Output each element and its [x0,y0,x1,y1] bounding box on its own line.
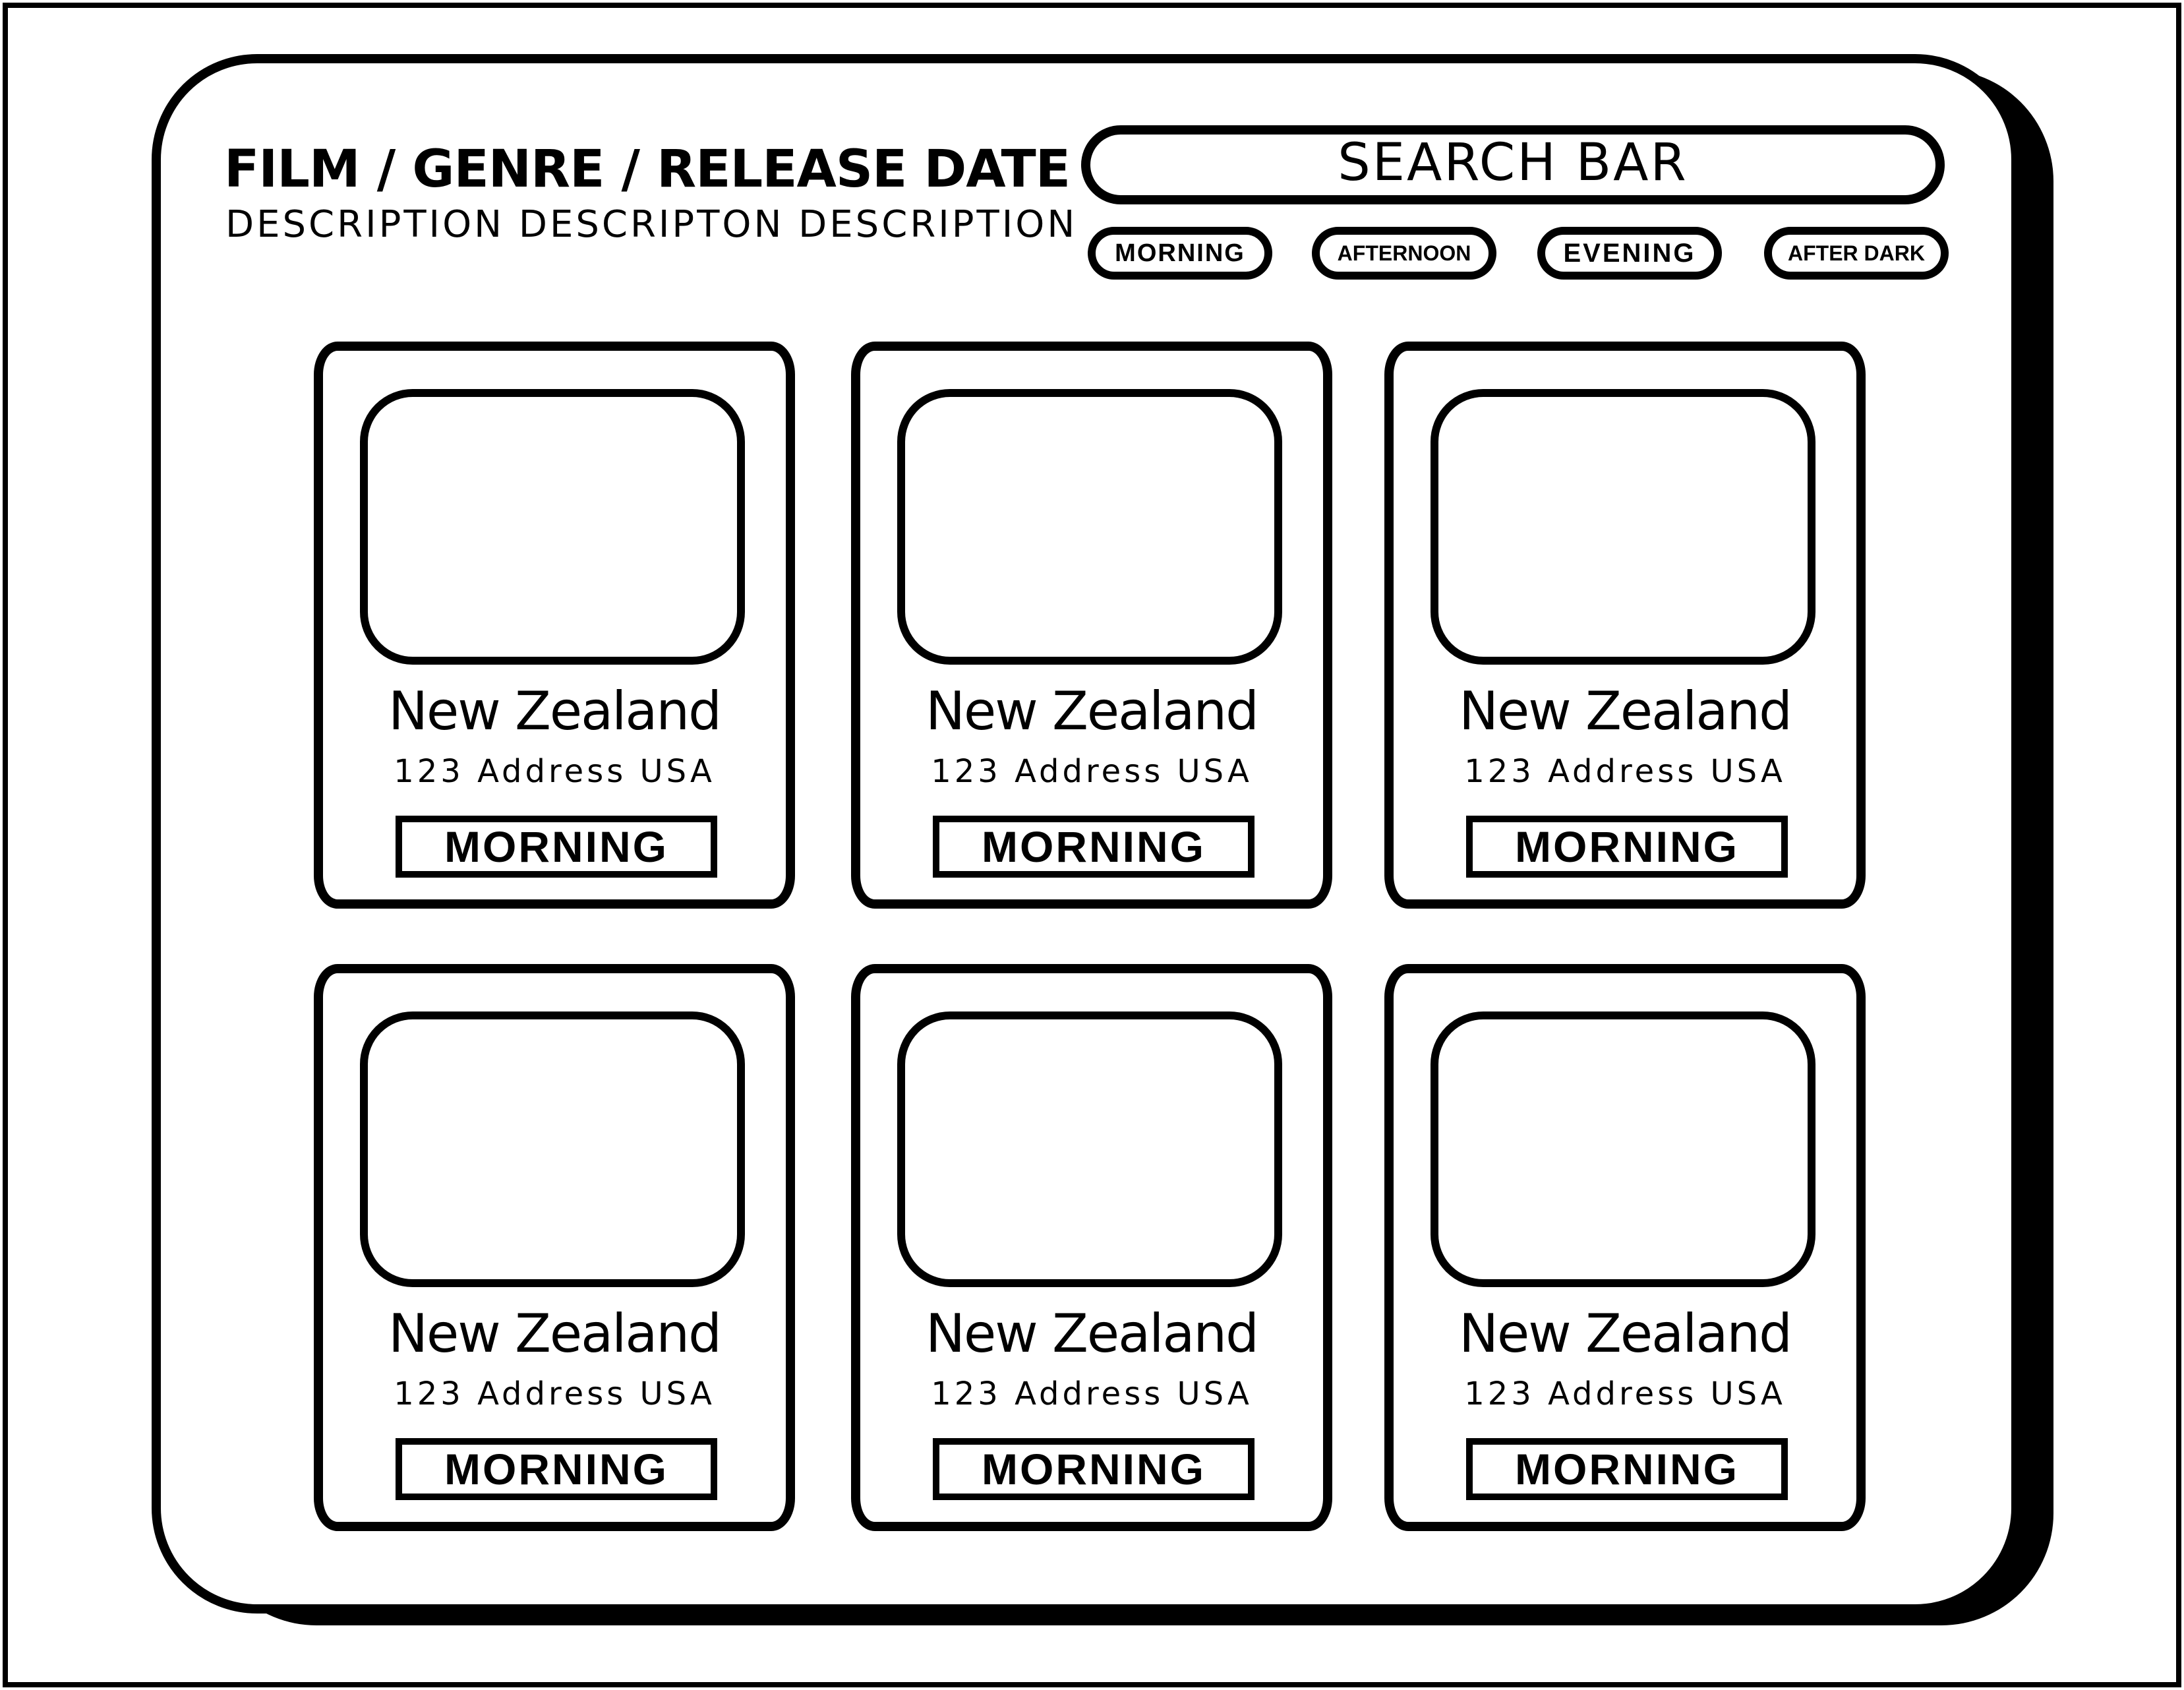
card-time-button[interactable]: MORNING [1466,1438,1788,1500]
card-location-name: New Zealand [926,680,1259,742]
card-time-button[interactable]: MORNING [396,1438,717,1500]
card-address: 123 Address USA [931,753,1253,790]
card-address: 123 Address USA [1464,753,1786,790]
filter-evening-button[interactable]: EVENING [1537,227,1722,280]
card-image-placeholder [360,1011,745,1287]
card-time-button[interactable]: MORNING [933,1438,1254,1500]
card-image-placeholder [897,389,1282,665]
card-address: 123 Address USA [1464,1375,1786,1412]
page-title: FILM / GENRE / RELEASE DATE [224,140,1071,199]
card-address: 123 Address USA [394,753,715,790]
card-time-button[interactable]: MORNING [933,816,1254,878]
card-location-name: New Zealand [926,1303,1259,1364]
listing-card[interactable]: New Zealand 123 Address USA MORNING [314,964,795,1531]
page-subtitle: DESCRIPTION DESCRIPTON DESCRIPTION [225,203,1078,246]
card-time-button[interactable]: MORNING [1466,816,1788,878]
card-address: 123 Address USA [931,1375,1253,1412]
card-time-button[interactable]: MORNING [396,816,717,878]
listing-card[interactable]: New Zealand 123 Address USA MORNING [1384,342,1866,909]
filter-afternoon-button[interactable]: AFTERNOON [1312,227,1496,280]
listing-card[interactable]: New Zealand 123 Address USA MORNING [314,342,795,909]
card-image-placeholder [360,389,745,665]
listing-card[interactable]: New Zealand 123 Address USA MORNING [1384,964,1866,1531]
listing-card[interactable]: New Zealand 123 Address USA MORNING [851,342,1332,909]
card-image-placeholder [1431,1011,1815,1287]
listing-card[interactable]: New Zealand 123 Address USA MORNING [851,964,1332,1531]
filter-after-dark-button[interactable]: AFTER DARK [1764,227,1949,280]
card-location-name: New Zealand [1459,680,1792,742]
filter-morning-button[interactable]: MORNING [1088,227,1272,280]
card-location-name: New Zealand [388,680,722,742]
card-image-placeholder [897,1011,1282,1287]
search-input[interactable]: SEARCH BAR [1081,125,1945,204]
card-address: 123 Address USA [394,1375,715,1412]
card-location-name: New Zealand [1459,1303,1792,1364]
card-location-name: New Zealand [388,1303,722,1364]
card-image-placeholder [1431,389,1815,665]
